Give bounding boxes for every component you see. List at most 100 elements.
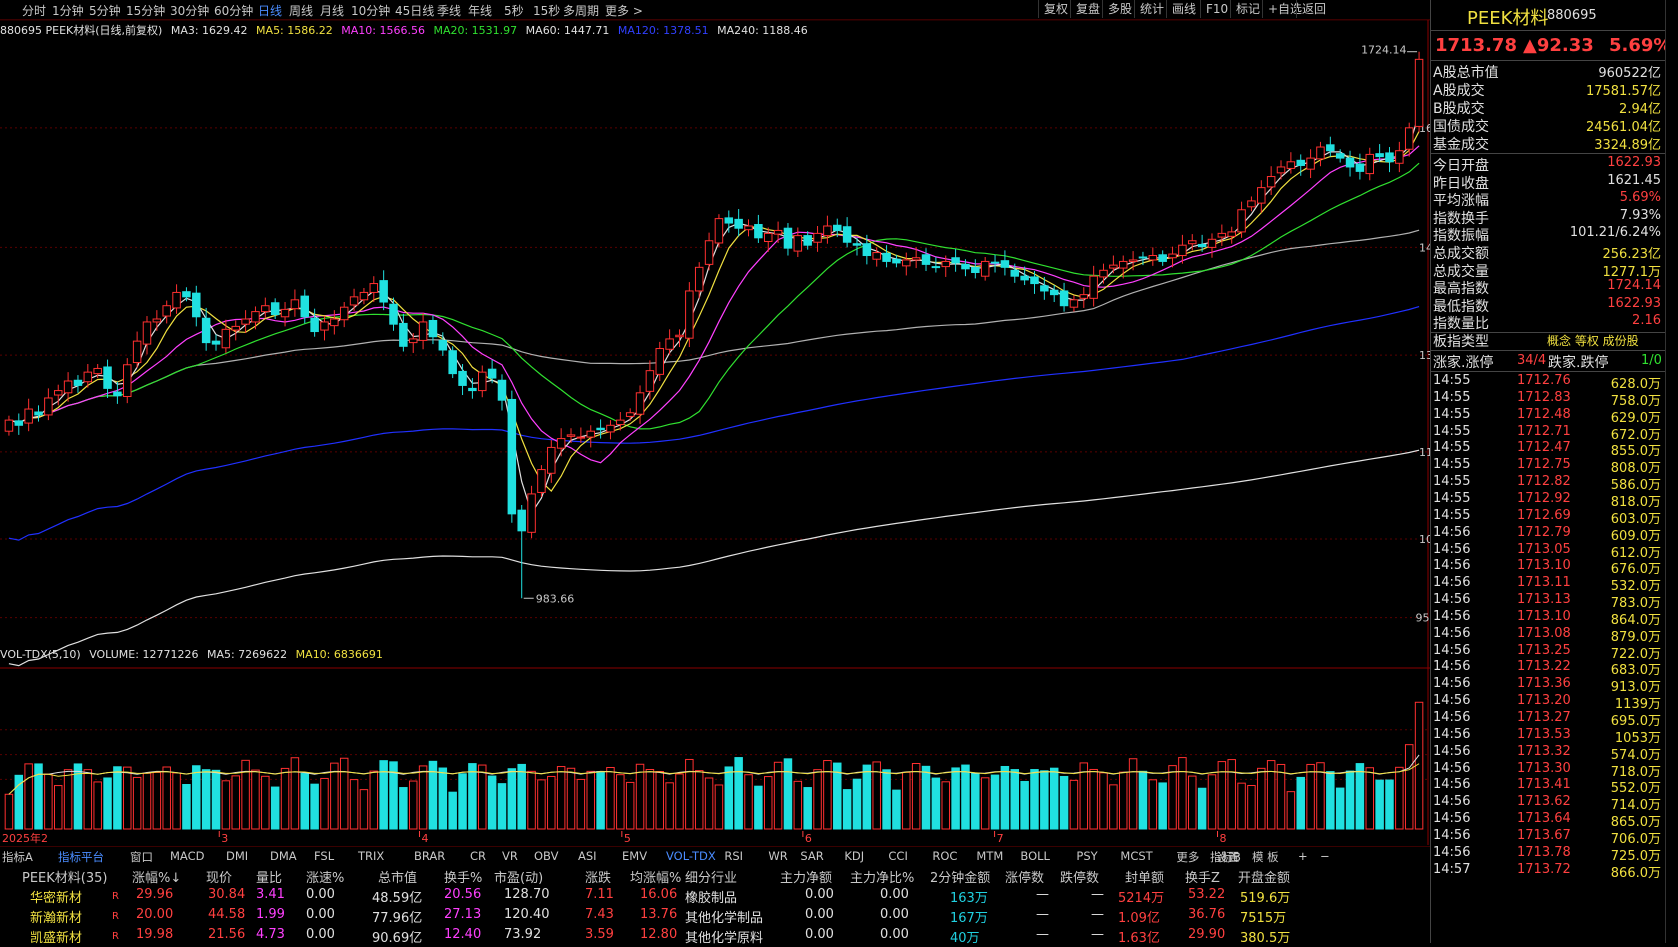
volume-bar — [1395, 766, 1404, 830]
indicator-tab-right-0[interactable]: 指标B — [1210, 849, 1241, 865]
indicator-tab-18[interactable]: KDJ — [844, 849, 864, 863]
indicator-tab-15[interactable]: RSI — [724, 849, 743, 863]
indicator-tab-12[interactable]: ASI — [578, 849, 597, 863]
table-header-15[interactable]: 跌停数 — [1060, 867, 1099, 886]
indicator-tab-right-3[interactable]: − — [1320, 849, 1330, 863]
table-cell-12: 0.00 — [805, 907, 834, 922]
indicator-tab-16[interactable]: WR — [768, 849, 787, 863]
volume-bar — [1385, 779, 1394, 830]
stat-value: 1724.14 — [1607, 278, 1661, 294]
stat-row: 昨日收盘 1621.45 — [1433, 173, 1663, 192]
candle — [1040, 285, 1049, 292]
table-header-0[interactable]: PEEK材料(35) — [22, 867, 107, 886]
indicator-tab-21[interactable]: MTM — [976, 849, 1003, 863]
table-header-18[interactable]: 开盘金额 — [1238, 867, 1290, 886]
candle — [123, 364, 132, 397]
volume-bar — [241, 759, 250, 830]
indicator-tab-20[interactable]: ROC — [932, 849, 957, 863]
table-header-8[interactable]: 涨跌 — [585, 867, 611, 886]
volume-bar — [724, 766, 734, 830]
tick-time: 14:55 — [1433, 457, 1471, 473]
volume-bar — [379, 760, 388, 830]
indicator-tab-5[interactable]: DMA — [270, 849, 297, 863]
indicator-tab-13[interactable]: EMV — [622, 849, 647, 863]
candle — [1375, 153, 1384, 158]
candle — [537, 469, 546, 493]
volume-bar — [231, 775, 240, 830]
table-header-2[interactable]: 现价 — [206, 867, 232, 886]
tick-row: 14:56 1713.64 865.0万 — [1433, 811, 1663, 830]
table-header-3[interactable]: 量比 — [256, 867, 282, 886]
indicator-tab-23[interactable]: PSY — [1076, 849, 1097, 863]
table-cell-16: — — [1091, 887, 1104, 902]
board-type-value[interactable]: 概念 等权 成份股 — [1547, 332, 1639, 349]
table-header-14[interactable]: 涨停数 — [1005, 867, 1044, 886]
candle — [1286, 161, 1296, 169]
table-row[interactable]: 凯盛新材 R 19.98 21.56 4.73 0.00 90.69亿 12.40 73.92 3… — [0, 927, 1430, 947]
indicator-tab-25[interactable]: 更多 — [1176, 849, 1199, 865]
indicator-tab-3[interactable]: MACD — [170, 849, 204, 863]
stat-row: 总成交额 256.23亿 — [1433, 243, 1663, 262]
table-row[interactable]: 新瀚新材 R 20.00 44.58 1.99 0.00 77.96亿 27.13 120.40… — [0, 907, 1430, 927]
indicator-tab-9[interactable]: CR — [470, 849, 486, 863]
indicator-tab-6[interactable]: FSL — [314, 849, 334, 863]
indicator-tab-4[interactable]: DMI — [226, 849, 248, 863]
indicator-tab-10[interactable]: VR — [502, 849, 518, 863]
volume-bar — [270, 786, 280, 830]
tick-price: 1713.25 — [1517, 642, 1571, 658]
tick-list[interactable]: 14:55 1712.76 628.0万 14:55 1712.83 758.0万 14:5… — [1431, 373, 1665, 943]
indicator-tab-right-2[interactable]: + — [1298, 849, 1308, 863]
table-cell-14: 167万 — [950, 911, 988, 926]
stat-row: 平均涨幅 5.69% — [1433, 190, 1663, 209]
table-header-11[interactable]: 主力净额 — [780, 867, 832, 886]
indicator-tab-22[interactable]: BOLL — [1020, 849, 1050, 863]
volume-bar — [34, 763, 43, 830]
tick-row: 14:56 1713.78 725.0万 — [1433, 845, 1663, 864]
indicator-tab-11[interactable]: OBV — [534, 849, 558, 863]
candle — [438, 339, 448, 351]
volume-bar — [665, 782, 674, 830]
volume-bar — [596, 771, 605, 830]
table-header-5[interactable]: 总市值 — [378, 867, 417, 886]
candle — [330, 318, 339, 327]
volume-bar — [566, 767, 576, 830]
tick-time: 14:56 — [1433, 777, 1471, 793]
indicator-tab-right-1[interactable]: 模 板 — [1252, 849, 1279, 865]
candle — [1227, 231, 1236, 237]
table-header-10[interactable]: 细分行业 — [685, 867, 737, 886]
table-header-1[interactable]: 涨幅%↓ — [132, 867, 181, 886]
candle — [1326, 144, 1335, 152]
table-row[interactable]: 华密新材 R 29.96 30.84 3.41 0.00 48.59亿 20.56 128.70… — [0, 887, 1430, 907]
divider — [1431, 350, 1665, 351]
table-header-17[interactable]: 换手Z — [1185, 867, 1220, 886]
indicator-tab-19[interactable]: CCI — [888, 849, 907, 863]
candle — [1000, 260, 1010, 268]
indicator-tab-24[interactable]: MCST — [1120, 849, 1152, 863]
indicator-tab-7[interactable]: TRIX — [358, 849, 384, 863]
indicator-tab-8[interactable]: BRAR — [414, 849, 445, 863]
tick-row: 14:56 1713.22 683.0万 — [1433, 659, 1663, 678]
indicator-tab-1[interactable]: 指标平台 — [58, 849, 104, 865]
price-change-pct: 5.69% — [1609, 35, 1672, 56]
table-header-9[interactable]: 均涨幅% — [630, 867, 681, 886]
table-header-16[interactable]: 封单额 — [1125, 867, 1164, 886]
table-header-4[interactable]: 涨速% — [306, 867, 344, 886]
table-header-7[interactable]: 市盈(动) — [494, 867, 543, 886]
volume-bar — [754, 785, 763, 830]
table-cell-5: 0.00 — [306, 887, 335, 902]
kline-chart[interactable]: 16211459131311821064957.41724.14983.6610… — [0, 0, 1430, 845]
candle — [951, 257, 960, 264]
table-header-6[interactable]: 换手% — [444, 867, 482, 886]
indicator-tab-0[interactable]: 指标A — [2, 849, 33, 865]
decline-value: 1/0 — [1641, 353, 1662, 368]
table-cell-2: 20.00 — [136, 907, 174, 922]
table-header-12[interactable]: 主力净比% — [850, 867, 914, 886]
indicator-tab-2[interactable]: 窗口 — [130, 849, 153, 865]
tick-price: 1713.64 — [1517, 811, 1571, 827]
candle — [635, 392, 645, 415]
volume-bar — [280, 767, 290, 830]
candle — [270, 302, 280, 316]
table-header-13[interactable]: 2分钟金额 — [930, 867, 990, 886]
indicator-tab-17[interactable]: SAR — [800, 849, 823, 863]
indicator-tab-14[interactable]: VOL-TDX — [666, 849, 716, 863]
